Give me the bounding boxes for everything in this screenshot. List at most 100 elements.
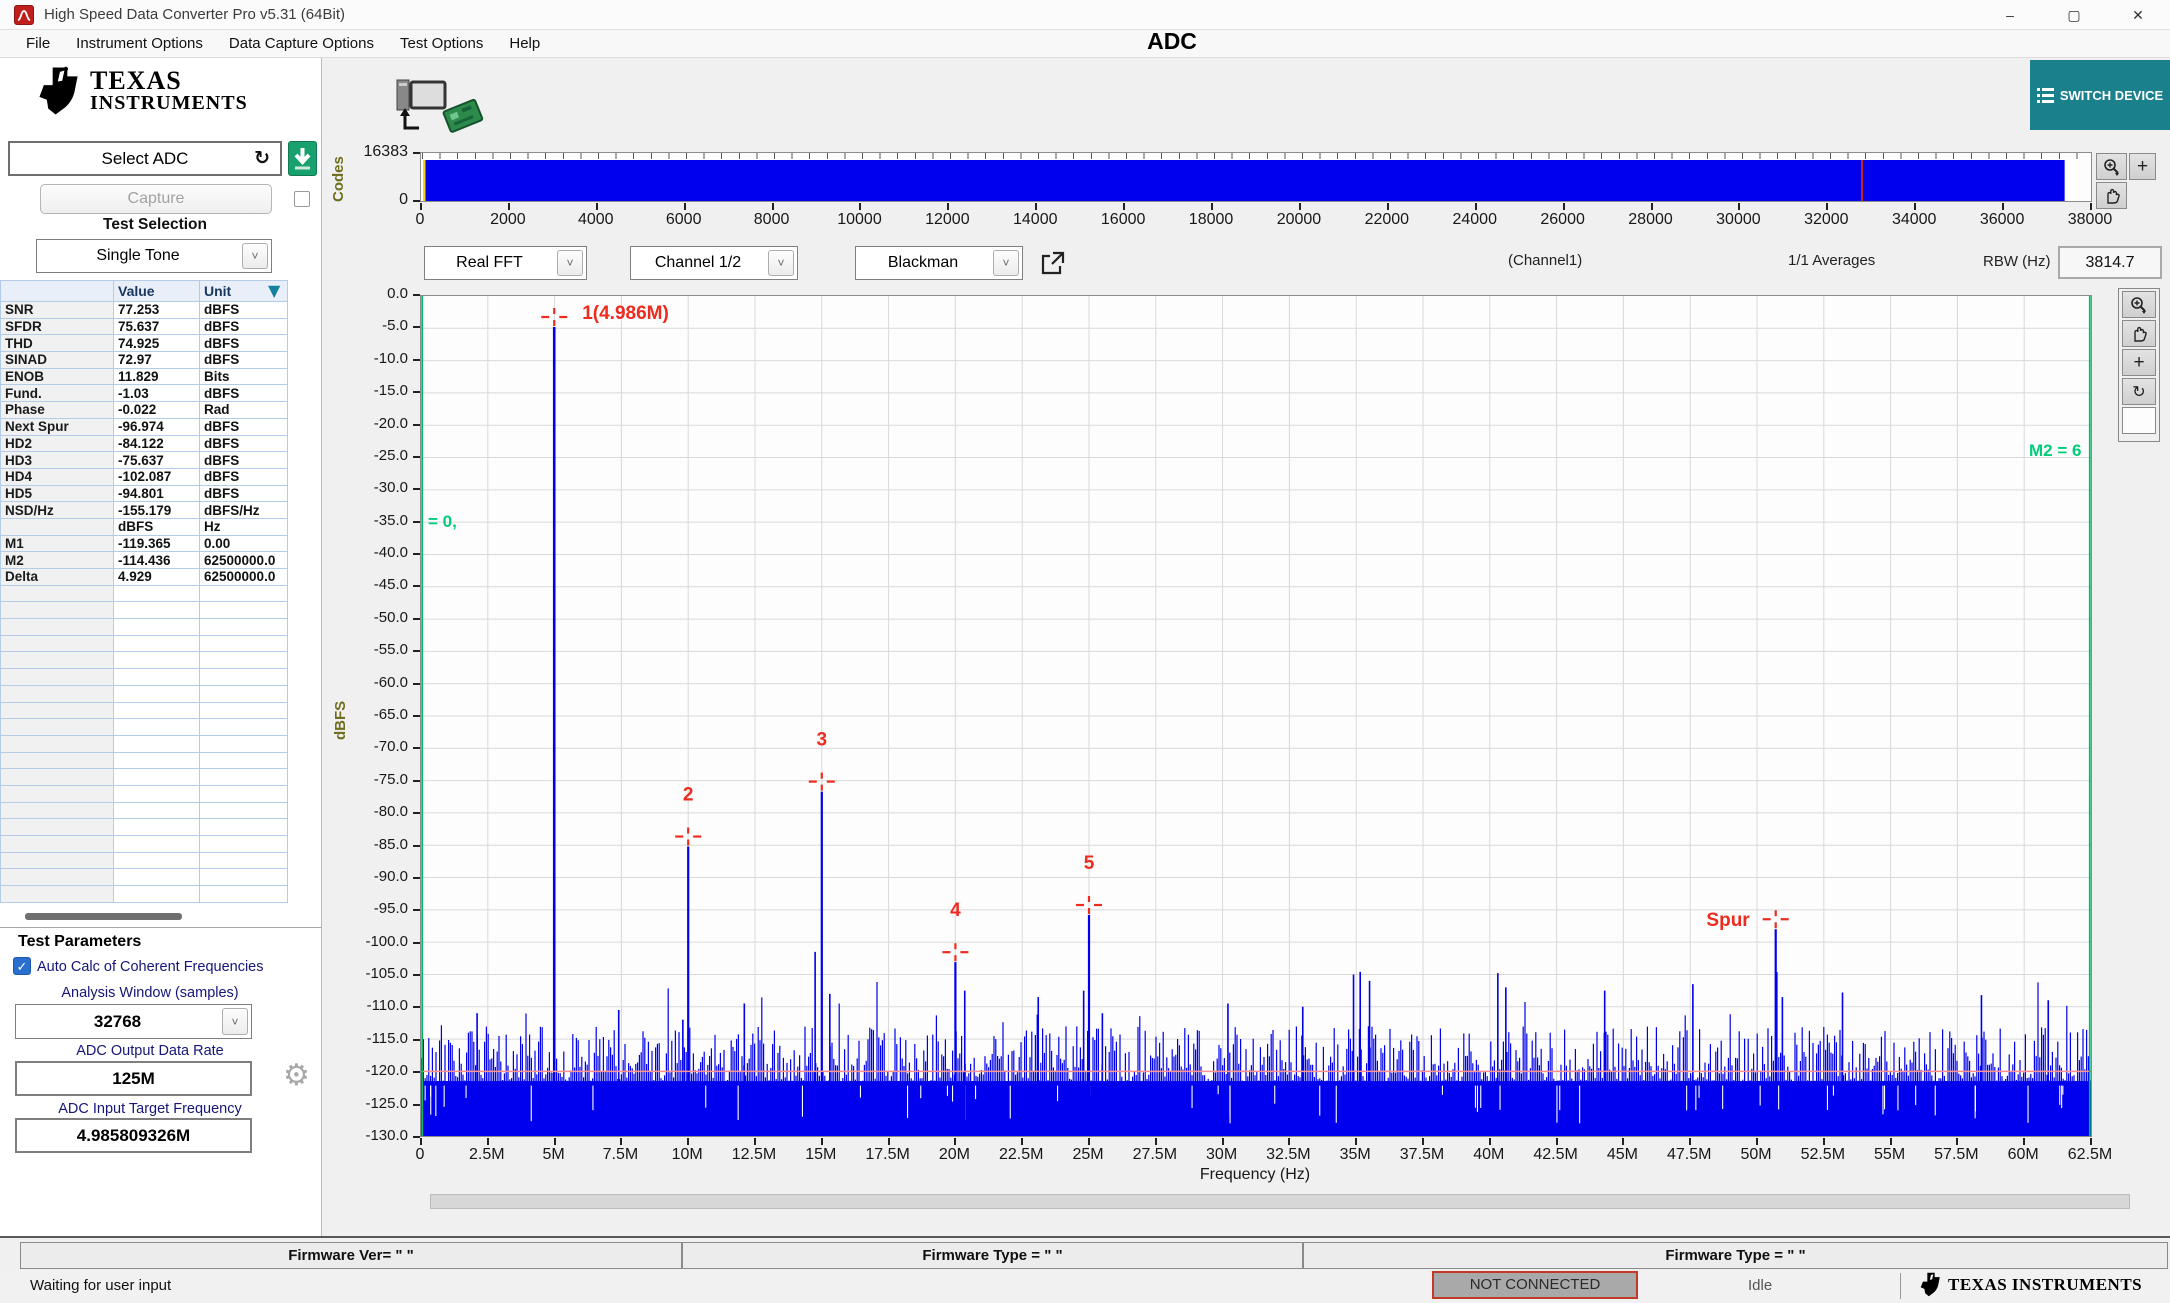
chevron-down-icon[interactable]: ˅	[993, 250, 1019, 276]
test-selection-dropdown[interactable]: Single Tone ˅	[36, 239, 272, 273]
table-row[interactable]	[1, 669, 301, 686]
ti-mark-icon	[1920, 1272, 1942, 1297]
table-row[interactable]	[1, 602, 301, 619]
maximize-button[interactable]: ▢	[2042, 0, 2106, 30]
fft-chart[interactable]: = 0,M2 = 61(4.986M)2345Spur	[420, 295, 2092, 1137]
switch-device-label: SWITCH DEVICE	[2060, 88, 2163, 103]
refresh-view-button[interactable]: ↻	[2122, 378, 2156, 405]
table-row[interactable]: HD5-94.801dBFS	[1, 485, 301, 502]
table-row[interactable]: SINAD72.97dBFS	[1, 352, 301, 369]
export-icon[interactable]	[1038, 250, 1066, 278]
select-adc-dropdown[interactable]: Select ADC ↻	[8, 141, 282, 176]
table-row[interactable]	[1, 752, 301, 769]
table-row[interactable]	[1, 635, 301, 652]
chevron-down-icon[interactable]: ˅	[768, 250, 794, 276]
auto-calc-checkbox[interactable]: ✓	[13, 957, 31, 975]
menu-item-instrument-options[interactable]: Instrument Options	[63, 30, 216, 58]
table-row[interactable]	[1, 719, 301, 736]
header-name[interactable]	[1, 281, 114, 302]
table-row[interactable]	[1, 769, 301, 786]
table-row[interactable]	[1, 785, 301, 802]
table-row[interactable]: HD4-102.087dBFS	[1, 468, 301, 485]
axis-tick: -60.0	[340, 674, 408, 691]
axis-tick: 10000	[819, 211, 899, 229]
table-row[interactable]	[1, 852, 301, 869]
table-row[interactable]: M2-114.43662500000.0	[1, 552, 301, 569]
pan-tool-button[interactable]	[2122, 320, 2156, 347]
table-row[interactable]	[1, 836, 301, 853]
table-row[interactable]: THD74.925dBFS	[1, 335, 301, 352]
table-row[interactable]: SFDR75.637dBFS	[1, 318, 301, 335]
table-row[interactable]: ENOB11.829Bits	[1, 368, 301, 385]
fft-type-dropdown[interactable]: Real FFT ˅	[424, 246, 587, 280]
zoom-tool-button[interactable]	[2096, 153, 2127, 180]
table-row[interactable]	[1, 702, 301, 719]
table-row[interactable]: M1-119.3650.00	[1, 535, 301, 552]
rbw-value[interactable]: 3814.7	[2058, 246, 2162, 279]
gear-icon[interactable]: ⚙	[283, 1058, 310, 1093]
table-row[interactable]: NSD/Hz-155.179dBFS/Hz	[1, 502, 301, 519]
axis-tick: -30.0	[340, 479, 408, 496]
table-row[interactable]: SNR77.253dBFS	[1, 302, 301, 319]
capture-checkbox[interactable]	[294, 191, 310, 207]
blank-tool-button[interactable]	[2122, 407, 2156, 434]
svg-text:= 0,: = 0,	[428, 512, 457, 531]
codes-chart[interactable]	[420, 152, 2092, 202]
axis-tick: 28000	[1611, 211, 1691, 229]
table-row[interactable]: HD3-75.637dBFS	[1, 452, 301, 469]
table-row[interactable]: HD2-84.122dBFS	[1, 435, 301, 452]
chevron-down-icon[interactable]: ˅	[242, 243, 268, 269]
table-row[interactable]	[1, 652, 301, 669]
header-value[interactable]: Value	[114, 281, 200, 302]
channel-dropdown[interactable]: Channel 1/2 ˅	[630, 246, 798, 280]
table-row[interactable]: Next Spur-96.974dBFS	[1, 418, 301, 435]
firmware-type-panel-1: Firmware Type = " "	[682, 1242, 1303, 1269]
minimize-button[interactable]: –	[1978, 0, 2042, 30]
zoom-tool-button[interactable]	[2122, 291, 2156, 318]
axis-tick: -100.0	[340, 933, 408, 950]
page-title: ADC	[322, 28, 2022, 55]
fft-window-dropdown[interactable]: Blackman ˅	[855, 246, 1023, 280]
table-row[interactable]	[1, 802, 301, 819]
axis-tick: -90.0	[340, 868, 408, 885]
input-freq-input[interactable]: 4.985809326M	[15, 1118, 252, 1153]
table-row[interactable]: Delta4.92962500000.0	[1, 569, 301, 586]
table-row[interactable]	[1, 619, 301, 636]
sidebar-divider	[0, 927, 322, 928]
axis-tick: 30000	[1698, 211, 1778, 229]
data-rate-label: ADC Output Data Rate	[0, 1043, 300, 1059]
close-button[interactable]: ✕	[2106, 0, 2170, 30]
cursor-tool-button[interactable]: +	[2122, 349, 2156, 376]
table-row[interactable]	[1, 819, 301, 836]
switch-device-button[interactable]: SWITCH DEVICE	[2030, 60, 2170, 130]
data-rate-input[interactable]: 125M	[15, 1061, 252, 1096]
table-row[interactable]: Phase-0.022Rad	[1, 402, 301, 419]
menu-item-file[interactable]: File	[13, 30, 63, 58]
chevron-down-icon[interactable]: ˅	[222, 1008, 248, 1035]
axis-tick: -105.0	[340, 965, 408, 982]
analysis-window-dropdown[interactable]: 32768 ˅	[15, 1004, 252, 1039]
refresh-icon[interactable]: ↻	[254, 143, 270, 174]
table-row[interactable]	[1, 886, 301, 903]
axis-tick: -85.0	[340, 836, 408, 853]
analysis-window-value: 32768	[16, 1005, 219, 1038]
axis-tick: -40.0	[340, 544, 408, 561]
cursor-tool-button[interactable]: +	[2129, 153, 2156, 180]
download-button[interactable]	[288, 141, 317, 176]
axis-tick: -70.0	[340, 738, 408, 755]
table-row[interactable]	[1, 585, 301, 602]
capture-button[interactable]: Capture	[40, 184, 272, 214]
table-row[interactable]: Fund.-1.03dBFS	[1, 385, 301, 402]
chevron-down-icon[interactable]: ˅	[557, 250, 583, 276]
table-horizontal-scrollbar[interactable]	[25, 913, 182, 920]
pan-tool-button[interactable]	[2096, 182, 2127, 209]
status-message: Waiting for user input	[30, 1277, 171, 1294]
table-row[interactable]	[1, 735, 301, 752]
table-row[interactable]	[1, 869, 301, 886]
auto-calc-label: Auto Calc of Coherent Frequencies	[37, 959, 264, 975]
filter-triangle-icon[interactable]: ▼	[268, 281, 280, 300]
fft-horizontal-scrollbar[interactable]	[430, 1194, 2130, 1209]
table-row[interactable]: dBFSHz	[1, 518, 301, 535]
table-row[interactable]	[1, 685, 301, 702]
frequency-axis-label: Frequency (Hz)	[420, 1166, 2090, 1184]
